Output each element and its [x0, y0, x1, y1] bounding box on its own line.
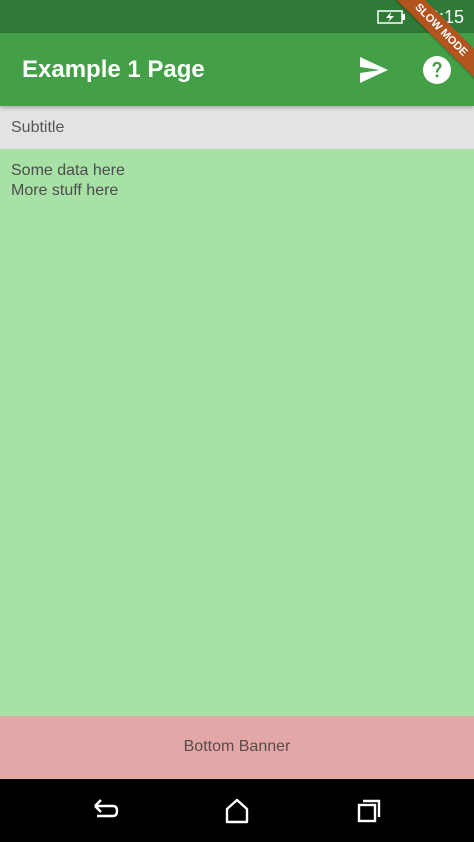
recents-icon	[357, 799, 381, 823]
content-area: Some data here More stuff here	[0, 149, 474, 716]
bottom-banner: Bottom Banner	[0, 716, 474, 779]
content-line: More stuff here	[11, 182, 119, 199]
bottom-banner-text: Bottom Banner	[183, 738, 291, 755]
send-icon	[360, 57, 388, 83]
send-button[interactable]	[356, 52, 392, 88]
nav-back-button[interactable]	[93, 798, 119, 824]
system-nav-bar	[0, 779, 474, 842]
subtitle-bar: Subtitle	[0, 106, 474, 149]
home-icon	[225, 798, 249, 824]
nav-home-button[interactable]	[224, 798, 250, 824]
battery-charging-icon	[377, 10, 405, 24]
help-button[interactable]	[419, 52, 455, 88]
content-line: Some data here	[11, 162, 125, 179]
nav-recents-button[interactable]	[356, 798, 382, 824]
subtitle-text: Subtitle	[11, 119, 65, 136]
app-bar: Example 1 Page	[0, 33, 474, 106]
help-icon	[423, 56, 451, 84]
app-screen: 10:15 SLOW MODE Example 1 Page Subtitle …	[0, 0, 474, 842]
page-title: Example 1 Page	[22, 56, 205, 83]
back-icon	[94, 799, 119, 818]
